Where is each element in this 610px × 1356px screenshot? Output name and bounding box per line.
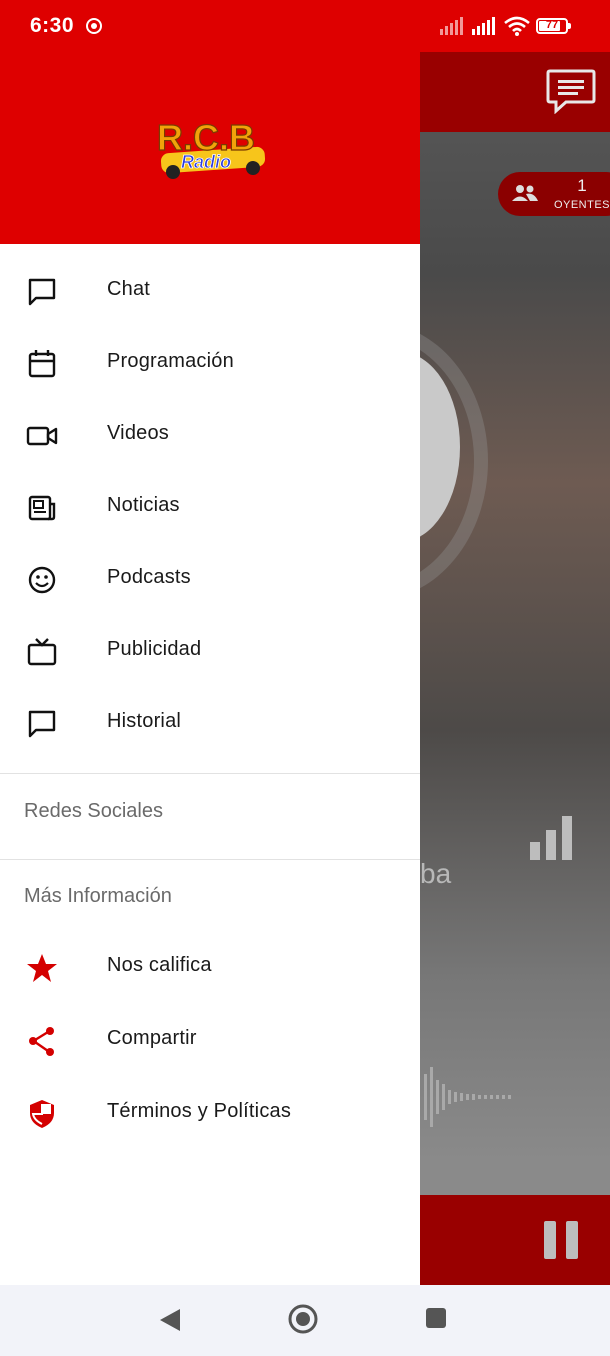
battery-level: 77 — [545, 19, 559, 31]
main-menu: Chat Programación Videos Noticias Podcas… — [0, 256, 420, 760]
people-icon — [512, 185, 538, 201]
navigation-drawer: R.C.B Radio Chat Programación Videos Not… — [0, 52, 420, 1285]
waveform — [424, 1067, 511, 1127]
menu-item-terms[interactable]: Términos y Políticas — [0, 1078, 420, 1151]
divider — [0, 859, 420, 860]
shield-icon — [30, 1100, 54, 1128]
listeners-badge: 1 OYENTES — [498, 172, 610, 216]
info-section-title: Más Información — [24, 885, 172, 907]
song-title-partial: ba — [420, 858, 452, 889]
menu-item-label: Podcasts — [107, 566, 191, 588]
menu-item-share[interactable]: Compartir — [0, 1005, 420, 1078]
share-icon — [29, 1027, 54, 1056]
divider — [0, 773, 420, 774]
menu-item-label: Nos califica — [107, 954, 212, 976]
menu-item-label: Chat — [107, 278, 151, 300]
menu-item-label: Noticias — [107, 494, 180, 516]
listeners-label: OYENTES — [553, 199, 610, 211]
menu-item-publicidad[interactable]: Publicidad — [0, 616, 420, 688]
chat-bubble-icon — [28, 710, 56, 738]
menu-item-label: Historial — [107, 710, 182, 732]
wifi-icon — [504, 16, 530, 36]
player-bar — [420, 1195, 610, 1285]
chat-bubble-icon — [28, 278, 56, 306]
status-bar: 6:30 77 — [0, 0, 610, 52]
svg-text:Radio: Radio — [181, 152, 231, 172]
background-app: 1 OYENTES ba — [420, 52, 610, 1285]
system-nav-bar — [0, 1285, 610, 1356]
menu-item-podcasts[interactable]: Podcasts — [0, 544, 420, 616]
menu-item-videos[interactable]: Videos — [0, 400, 420, 472]
cell-signal-1-icon — [440, 17, 463, 35]
menu-item-label: Videos — [107, 422, 169, 444]
cell-signal-2-icon — [472, 17, 495, 35]
menu-item-rate[interactable]: Nos califica — [0, 932, 420, 1005]
status-time: 6:30 — [30, 14, 75, 37]
app-top-bar — [420, 52, 610, 132]
album-ring — [420, 322, 488, 600]
menu-item-label: Términos y Políticas — [107, 1100, 292, 1122]
menu-item-label: Programación — [107, 350, 234, 372]
newspaper-icon — [28, 495, 56, 521]
back-icon[interactable] — [158, 1307, 182, 1333]
smiley-icon — [28, 566, 56, 594]
menu-item-label: Compartir — [107, 1027, 197, 1049]
social-section-title: Redes Sociales — [24, 800, 163, 822]
info-menu: Nos califica Compartir Términos y Políti… — [0, 932, 420, 1151]
battery-indicator: 77 — [536, 18, 571, 34]
home-icon[interactable] — [287, 1303, 319, 1335]
menu-item-noticias[interactable]: Noticias — [0, 472, 420, 544]
app-logo: R.C.B Radio — [156, 116, 266, 179]
listeners-count: 1 — [577, 176, 587, 195]
star-icon — [27, 954, 57, 982]
menu-item-programacion[interactable]: Programación — [0, 328, 420, 400]
drawer-header: R.C.B Radio — [0, 52, 420, 244]
tv-icon — [27, 638, 57, 666]
video-camera-icon — [26, 426, 58, 446]
equalizer-icon — [530, 816, 572, 860]
menu-item-chat[interactable]: Chat — [0, 256, 420, 328]
menu-item-historial[interactable]: Historial — [0, 688, 420, 760]
calendar-icon — [28, 350, 56, 378]
chrome-icon — [86, 18, 102, 34]
menu-item-label: Publicidad — [107, 638, 202, 660]
pause-icon[interactable] — [544, 1221, 580, 1259]
recent-apps-icon[interactable] — [426, 1308, 446, 1328]
chat-icon[interactable] — [546, 68, 596, 114]
